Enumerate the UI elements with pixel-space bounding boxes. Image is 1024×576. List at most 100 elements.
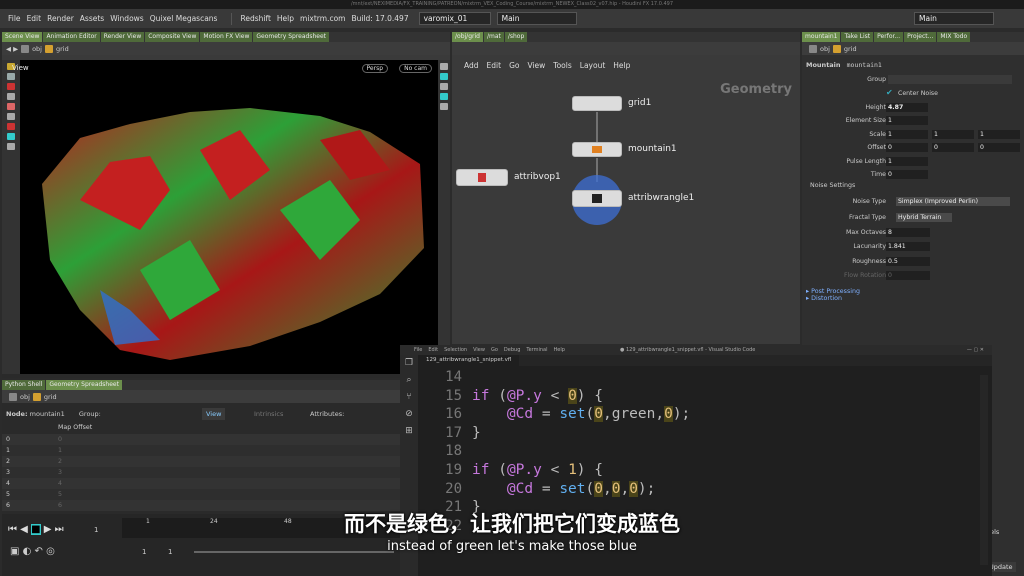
tab-render-view[interactable]: Render View — [100, 32, 145, 42]
menu-render[interactable]: Render — [47, 14, 74, 23]
menu-redshift[interactable]: Redshift — [240, 14, 270, 23]
right-main-dropdown[interactable]: Main — [914, 12, 994, 25]
network-editor[interactable]: /obj/grid /mat /shop Add Edit Go View To… — [452, 32, 800, 344]
param-value[interactable]: 1 — [978, 129, 1020, 139]
handle-tool-icon[interactable] — [7, 103, 15, 110]
path-node[interactable]: grid — [56, 45, 69, 53]
code-line[interactable]: if (@P.y < 1) { — [472, 462, 603, 478]
vscode-menu-item[interactable]: Terminal — [526, 347, 547, 353]
post-processing-folder[interactable]: ▸ Post Processing — [806, 288, 860, 295]
editor-scrollbar[interactable] — [980, 375, 988, 565]
tab-geometry-spreadsheet[interactable]: Geometry Spreadsheet — [253, 32, 329, 42]
playback-controls[interactable]: ⏮ ◀ ■ ▶ ⏭ — [8, 524, 64, 535]
menu-assets[interactable]: Assets — [80, 14, 104, 23]
view-tool-icon[interactable] — [7, 133, 15, 140]
path-obj[interactable]: obj — [32, 45, 42, 53]
editor-tab[interactable]: 129_attribwrangle1_snippet.vfl — [418, 355, 992, 366]
spread-path-obj[interactable]: obj — [20, 393, 30, 401]
render-tool-icon[interactable] — [7, 143, 15, 150]
node-attribwrangle[interactable] — [572, 190, 622, 207]
fractal-type-dropdown[interactable]: Hybrid Terrain — [896, 213, 952, 222]
vscode-menu-item[interactable]: File — [414, 347, 422, 353]
param-value[interactable]: 0 — [886, 170, 928, 179]
current-frame[interactable]: 1 — [94, 526, 98, 534]
node-attribvop[interactable] — [456, 169, 508, 186]
menu-quixel[interactable]: Quixel Megascans — [150, 14, 218, 23]
param-value[interactable]: 1 — [932, 129, 974, 139]
vscode-menu-item[interactable]: Debug — [504, 347, 520, 353]
param-value[interactable]: 0 — [932, 143, 974, 153]
param-value[interactable]: 1 — [886, 156, 928, 166]
tab-take-list[interactable]: Take List — [841, 32, 874, 42]
snap-tool-icon[interactable] — [7, 123, 15, 130]
node-mountain[interactable] — [572, 142, 622, 157]
tab-composite-view[interactable]: Composite View — [145, 32, 200, 42]
code-line[interactable]: if (@P.y < 0) { — [472, 387, 603, 404]
search-icon[interactable]: ⌕ — [400, 372, 418, 389]
explorer-icon[interactable]: ❐ — [400, 355, 418, 372]
shading-icon[interactable] — [440, 83, 448, 90]
param-value[interactable]: 0 — [978, 143, 1020, 153]
3d-viewport[interactable]: Persp No cam — [20, 60, 438, 374]
end-frame[interactable]: 1 — [168, 548, 172, 556]
vscode-menu-item[interactable]: Selection — [444, 347, 467, 353]
spread-path-node[interactable]: grid — [44, 393, 57, 401]
back-icon[interactable]: ◀ ▶ — [6, 45, 18, 53]
table-row[interactable]: 44 — [2, 478, 400, 489]
vscode-menu-item[interactable]: Edit — [428, 347, 438, 353]
check-icon[interactable]: ✔ — [886, 88, 893, 97]
desktop-dropdown[interactable]: varomix_01 — [418, 12, 491, 25]
group-field[interactable] — [888, 75, 1012, 84]
source-control-icon[interactable]: ⑂ — [400, 389, 418, 406]
param-value[interactable]: 8 — [886, 228, 930, 237]
rotate-tool-icon[interactable] — [7, 83, 15, 90]
window-controls-icon[interactable]: — ▢ ✕ — [967, 345, 984, 355]
main-dropdown[interactable]: Main — [496, 12, 577, 25]
table-row[interactable]: 33 — [2, 467, 400, 478]
tab-geometry-spreadsheet-bottom[interactable]: Geometry Spreadsheet — [46, 380, 122, 390]
vscode-menu-item[interactable]: View — [473, 347, 485, 353]
table-row[interactable]: 55 — [2, 489, 400, 500]
camera-button[interactable]: No cam — [399, 64, 432, 73]
grid-icon[interactable] — [440, 103, 448, 110]
param-value[interactable]: 0.5 — [886, 256, 930, 266]
scale-tool-icon[interactable] — [7, 93, 15, 100]
table-row[interactable]: 22 — [2, 456, 400, 467]
wireframe-icon[interactable] — [440, 73, 448, 80]
param-path-obj[interactable]: obj — [820, 45, 830, 53]
distortion-folder[interactable]: ▸ Distortion — [806, 295, 842, 302]
debug-icon[interactable]: ⊘ — [400, 406, 418, 423]
code-line[interactable]: } — [472, 425, 481, 441]
tab-performance[interactable]: Perfor... — [874, 32, 904, 42]
extensions-icon[interactable]: ⊞ — [400, 423, 418, 440]
start-frame[interactable]: 1 — [142, 548, 146, 556]
node-value[interactable]: mountain1 — [30, 410, 65, 418]
tab-animation-editor[interactable]: Animation Editor — [43, 32, 100, 42]
menu-help[interactable]: Help — [277, 14, 294, 23]
pose-tool-icon[interactable] — [7, 113, 15, 120]
tab-mountain1[interactable]: mountain1 — [802, 32, 841, 42]
param-path-node[interactable]: grid — [844, 45, 857, 53]
persp-button[interactable]: Persp — [361, 64, 388, 73]
display-option-icon[interactable] — [440, 63, 448, 70]
param-value[interactable]: 1 — [886, 116, 928, 126]
param-value[interactable]: 4.87 — [886, 103, 928, 112]
param-value[interactable]: 0 — [886, 271, 930, 281]
noise-type-dropdown[interactable]: Simplex (Improved Perlin) — [896, 197, 1010, 206]
param-value[interactable]: 0 — [886, 143, 928, 153]
view-button[interactable]: View — [202, 408, 226, 420]
menu-file[interactable]: File — [8, 14, 21, 23]
lighting-icon[interactable] — [440, 93, 448, 100]
tab-python-shell[interactable]: Python Shell — [2, 380, 46, 390]
menu-windows[interactable]: Windows — [110, 14, 143, 23]
param-value[interactable]: 1 — [886, 129, 928, 139]
tab-motion-fx-view[interactable]: Motion FX View — [200, 32, 253, 42]
table-row[interactable]: 11 — [2, 445, 400, 456]
vscode-menu-item[interactable]: Help — [554, 347, 565, 353]
code-line[interactable]: @Cd = set(0,0,0); — [472, 480, 655, 497]
param-value[interactable]: 1.841 — [886, 242, 930, 252]
tab-project[interactable]: Project... — [904, 32, 937, 42]
menu-edit[interactable]: Edit — [27, 14, 42, 23]
realtime-toggle-icon[interactable]: ▣ ◐ ↶ ◎ — [10, 546, 55, 557]
tab-scene-view[interactable]: Scene View — [2, 32, 43, 42]
